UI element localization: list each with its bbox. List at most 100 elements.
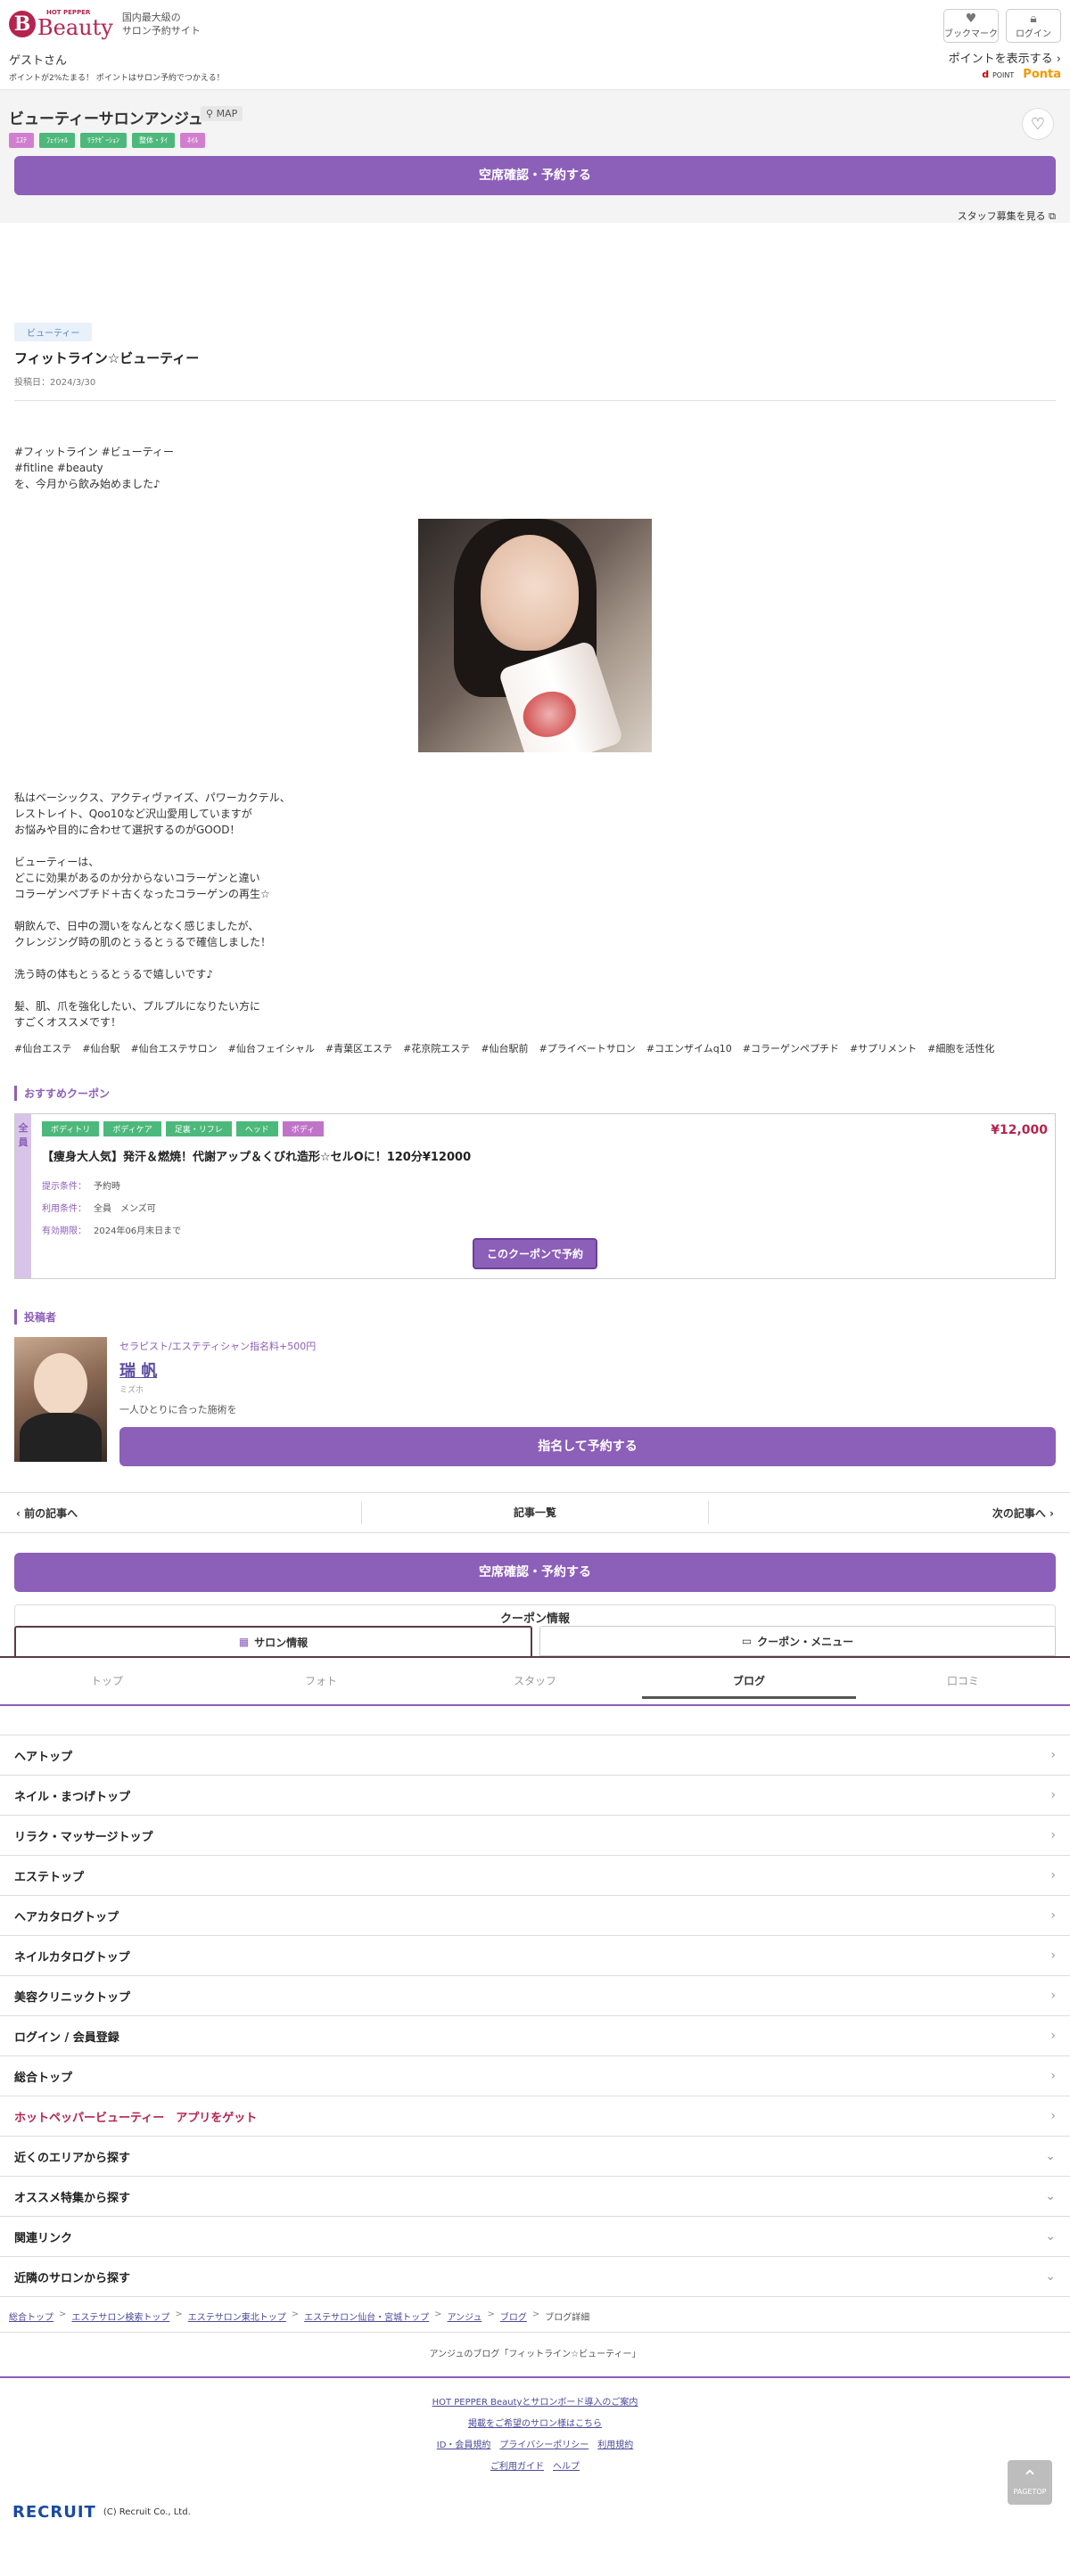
footer-link[interactable]: ご利用ガイド	[490, 2462, 544, 2472]
blog-photo[interactable]	[418, 519, 652, 752]
footer-link[interactable]: ID・会員規約	[437, 2441, 491, 2450]
favorite-button[interactable]: ♡	[1022, 108, 1054, 140]
chevron-right-icon: ›	[1049, 1506, 1054, 1520]
pagetop-button[interactable]: ⌃ PAGETOP	[1008, 2460, 1052, 2505]
salon-tags: ｴｽﾃ ﾌｪｲｼｬﾙ ﾘﾗｸｾﾞｰｼｮﾝ 整体・ﾀｲ ﾈｲﾙ	[9, 133, 205, 148]
nav-row[interactable]: エステトップ ›	[0, 1856, 1070, 1896]
chevron-right-icon: ›	[1056, 53, 1061, 66]
nav-row[interactable]: オススメ特集から探す ⌄	[0, 2177, 1070, 2217]
nav-row[interactable]: 美容クリニックトップ ›	[0, 1976, 1070, 2016]
nav-row-label: ログイン / 会員登録	[14, 2030, 119, 2045]
prev-article-link[interactable]: ‹ 前の記事へ	[0, 1505, 361, 1521]
bookmark-label: ブックマーク	[944, 29, 998, 39]
copyright: (C) Recruit Co., Ltd.	[103, 2507, 191, 2517]
subtab-item[interactable]: トップ	[0, 1658, 214, 1704]
coupon-card[interactable]: 全員 ボディトリ ボディケア 足裏・リフレ ヘッド ボディ 【痩身大人気】発汗＆燃焼！代…	[14, 1113, 1056, 1279]
hashtag: #花京院エステ	[403, 1043, 471, 1054]
footer-link[interactable]: ヘルプ	[553, 2462, 580, 2472]
nav-row-label: ヘアカタログトップ	[14, 1910, 119, 1924]
blog-hashtags: #仙台エステ #仙台駅 #仙台エステサロン #仙台フェイシャル #青葉区エステ #花京院エ…	[14, 1041, 1056, 1055]
show-point-link[interactable]: ポイントを表示する ›	[949, 49, 1061, 66]
hashtag: #プライベートサロン	[539, 1043, 636, 1054]
staff-recruit-link[interactable]: スタッフ募集を見る ⧉	[958, 209, 1056, 223]
hashtag: #青葉区エステ	[325, 1043, 393, 1054]
coupon-target-label: 全員	[15, 1114, 31, 1278]
reserve-button-2[interactable]: 空席確認・予約する	[14, 1553, 1056, 1592]
poster-avatar[interactable]	[14, 1337, 107, 1462]
nav-row[interactable]: 近隣のサロンから探す ⌄	[0, 2257, 1070, 2297]
nav-row-label: ネイル・まつげトップ	[14, 1790, 131, 1804]
chevron-right-icon: ›	[1050, 1989, 1056, 2003]
nav-row-label: エステトップ	[14, 1870, 85, 1884]
blog-date: 投稿日：2024/3/30	[14, 378, 96, 388]
subtab-item[interactable]: フォト	[214, 1658, 428, 1704]
coupon-tag: ボディケア	[103, 1121, 161, 1136]
staff-recruit-label: スタッフ募集を見る	[957, 210, 1046, 222]
salon-bar: ビューティーサロンアンジュ ⚲ MAP ♡ ｴｽﾃ ﾌｪｲｼｬﾙ ﾘﾗｸｾﾞｰｼｮﾝ…	[0, 89, 1070, 223]
point-note: ポイントが2%たまる！ ポイントはサロン予約でつかえる！	[9, 74, 225, 83]
next-label: 次の記事へ	[992, 1506, 1046, 1520]
login-label: ログイン	[1016, 29, 1051, 39]
blog-article: ビューティー フィットライン☆ビューティー 投稿日：2024/3/30 #フィッ…	[0, 223, 1070, 1466]
nav-row-label: 関連リンク	[14, 2231, 73, 2245]
footer-link[interactable]: 利用規約	[597, 2441, 633, 2450]
reserve-button[interactable]: 空席確認・予約する	[14, 156, 1056, 195]
nominate-reserve-button[interactable]: 指名して予約する	[119, 1427, 1056, 1466]
salon-genre-tag: ﾌｪｲｼｬﾙ	[39, 133, 75, 148]
poster-name[interactable]: 瑞 帆	[119, 1358, 1056, 1382]
blog-intro: #フィットライン #ビューティー #fitline #beauty を、今月から…	[14, 444, 1056, 492]
breadcrumb-item[interactable]: エステサロン検索トップ	[71, 2309, 169, 2323]
external-link-icon: ⧉	[1049, 210, 1056, 222]
coupon-reserve-button[interactable]: このクーポンで予約	[472, 1238, 598, 1269]
nav-row[interactable]: リラク・マッサージトップ ›	[0, 1816, 1070, 1856]
coupon-price: ¥12,000	[991, 1123, 1048, 1137]
breadcrumb-item[interactable]: 総合トップ	[9, 2309, 54, 2323]
salon-name[interactable]: ビューティーサロンアンジュ	[9, 106, 203, 128]
nav-row[interactable]: 関連リンク ⌄	[0, 2217, 1070, 2257]
next-article-link[interactable]: 次の記事へ ›	[709, 1505, 1070, 1521]
subtab-item[interactable]: 口コミ	[856, 1658, 1070, 1704]
nav-row[interactable]: ヘアカタログトップ ›	[0, 1896, 1070, 1936]
nav-row[interactable]: ネイル・まつげトップ ›	[0, 1776, 1070, 1816]
nav-row[interactable]: 総合トップ ›	[0, 2056, 1070, 2096]
footer-link[interactable]: 掲載をご希望のサロン様はこちら	[468, 2419, 602, 2429]
chevron-right-icon: ›	[1050, 2029, 1056, 2043]
breadcrumb-item[interactable]: エステサロン仙台・宮城トップ	[304, 2309, 429, 2323]
footer-links: HOT PEPPER Beautyとサロンボード導入のご案内 掲載をご希望のサロ…	[0, 2392, 1070, 2478]
nav-row[interactable]: ログイン / 会員登録 ›	[0, 2016, 1070, 2056]
subtab-item[interactable]: スタッフ	[428, 1658, 642, 1704]
lock-icon: 🔒︎	[1030, 12, 1037, 26]
nav-row[interactable]: ネイルカタログトップ ›	[0, 1936, 1070, 1976]
nav-row[interactable]: ヘアトップ ›	[0, 1735, 1070, 1776]
tab-salon-info[interactable]: ▦ サロン情報	[14, 1626, 532, 1656]
footer-link[interactable]: プライバシーポリシー	[499, 2441, 588, 2450]
tab-label: クーポン・メニュー	[757, 1635, 854, 1648]
dpoint-logo: d POINT	[982, 69, 1014, 80]
nav-row[interactable]: ホットペッパービューティー アプリをゲット ›	[0, 2096, 1070, 2137]
intro-line: #fitline #beauty	[14, 462, 103, 474]
nav-row[interactable]: 近くのエリアから探す ⌄	[0, 2137, 1070, 2177]
bookmark-button[interactable]: ♥ ブックマーク	[943, 9, 999, 43]
footer-link[interactable]: HOT PEPPER Beautyとサロンボード導入のご案内	[432, 2398, 638, 2408]
tab-coupon-menu[interactable]: ▭ クーポン・メニュー	[539, 1626, 1056, 1656]
map-link[interactable]: ⚲ MAP	[201, 106, 243, 121]
site-footer: RECRUIT (C) Recruit Co., Ltd. ⌃ PAGETOP	[0, 2460, 1070, 2576]
breadcrumb-item[interactable]: ブログ	[500, 2309, 527, 2323]
subtab-item[interactable]: ブログ	[642, 1658, 856, 1704]
login-button[interactable]: 🔒︎ ログイン	[1006, 9, 1061, 43]
breadcrumb-separator: >	[487, 2309, 495, 2319]
blog-body: 私はベーシックス、アクティヴァイズ、パワーカクテル、 レストレイト、Qoo10な…	[14, 792, 291, 1029]
header-buttons: ♥ ブックマーク 🔒︎ ログイン	[943, 9, 1061, 43]
site-logo[interactable]: B HOT PEPPER Beauty 国内最大級の サロン予約サイト	[9, 9, 201, 39]
breadcrumb-item[interactable]: アンジュ	[448, 2309, 482, 2323]
hashtag: #仙台エステサロン	[130, 1043, 218, 1054]
nav-row-label: ネイルカタログトップ	[14, 1950, 130, 1965]
coupon-condition: 利用条件： 全員 メンズ可	[42, 1201, 1044, 1214]
coupon-condition: 提示条件： 予約時	[42, 1178, 1044, 1192]
article-pager: ‹ 前の記事へ 記事一覧 次の記事へ ›	[0, 1492, 1070, 1533]
article-list-link[interactable]: 記事一覧	[361, 1501, 709, 1524]
hashtag: #仙台フェイシャル	[227, 1043, 315, 1054]
chevron-left-icon: ‹	[16, 1506, 21, 1520]
breadcrumb-item[interactable]: エステサロン東北トップ	[188, 2309, 286, 2323]
poster-message: 一人ひとりに合った施術を	[119, 1404, 237, 1415]
